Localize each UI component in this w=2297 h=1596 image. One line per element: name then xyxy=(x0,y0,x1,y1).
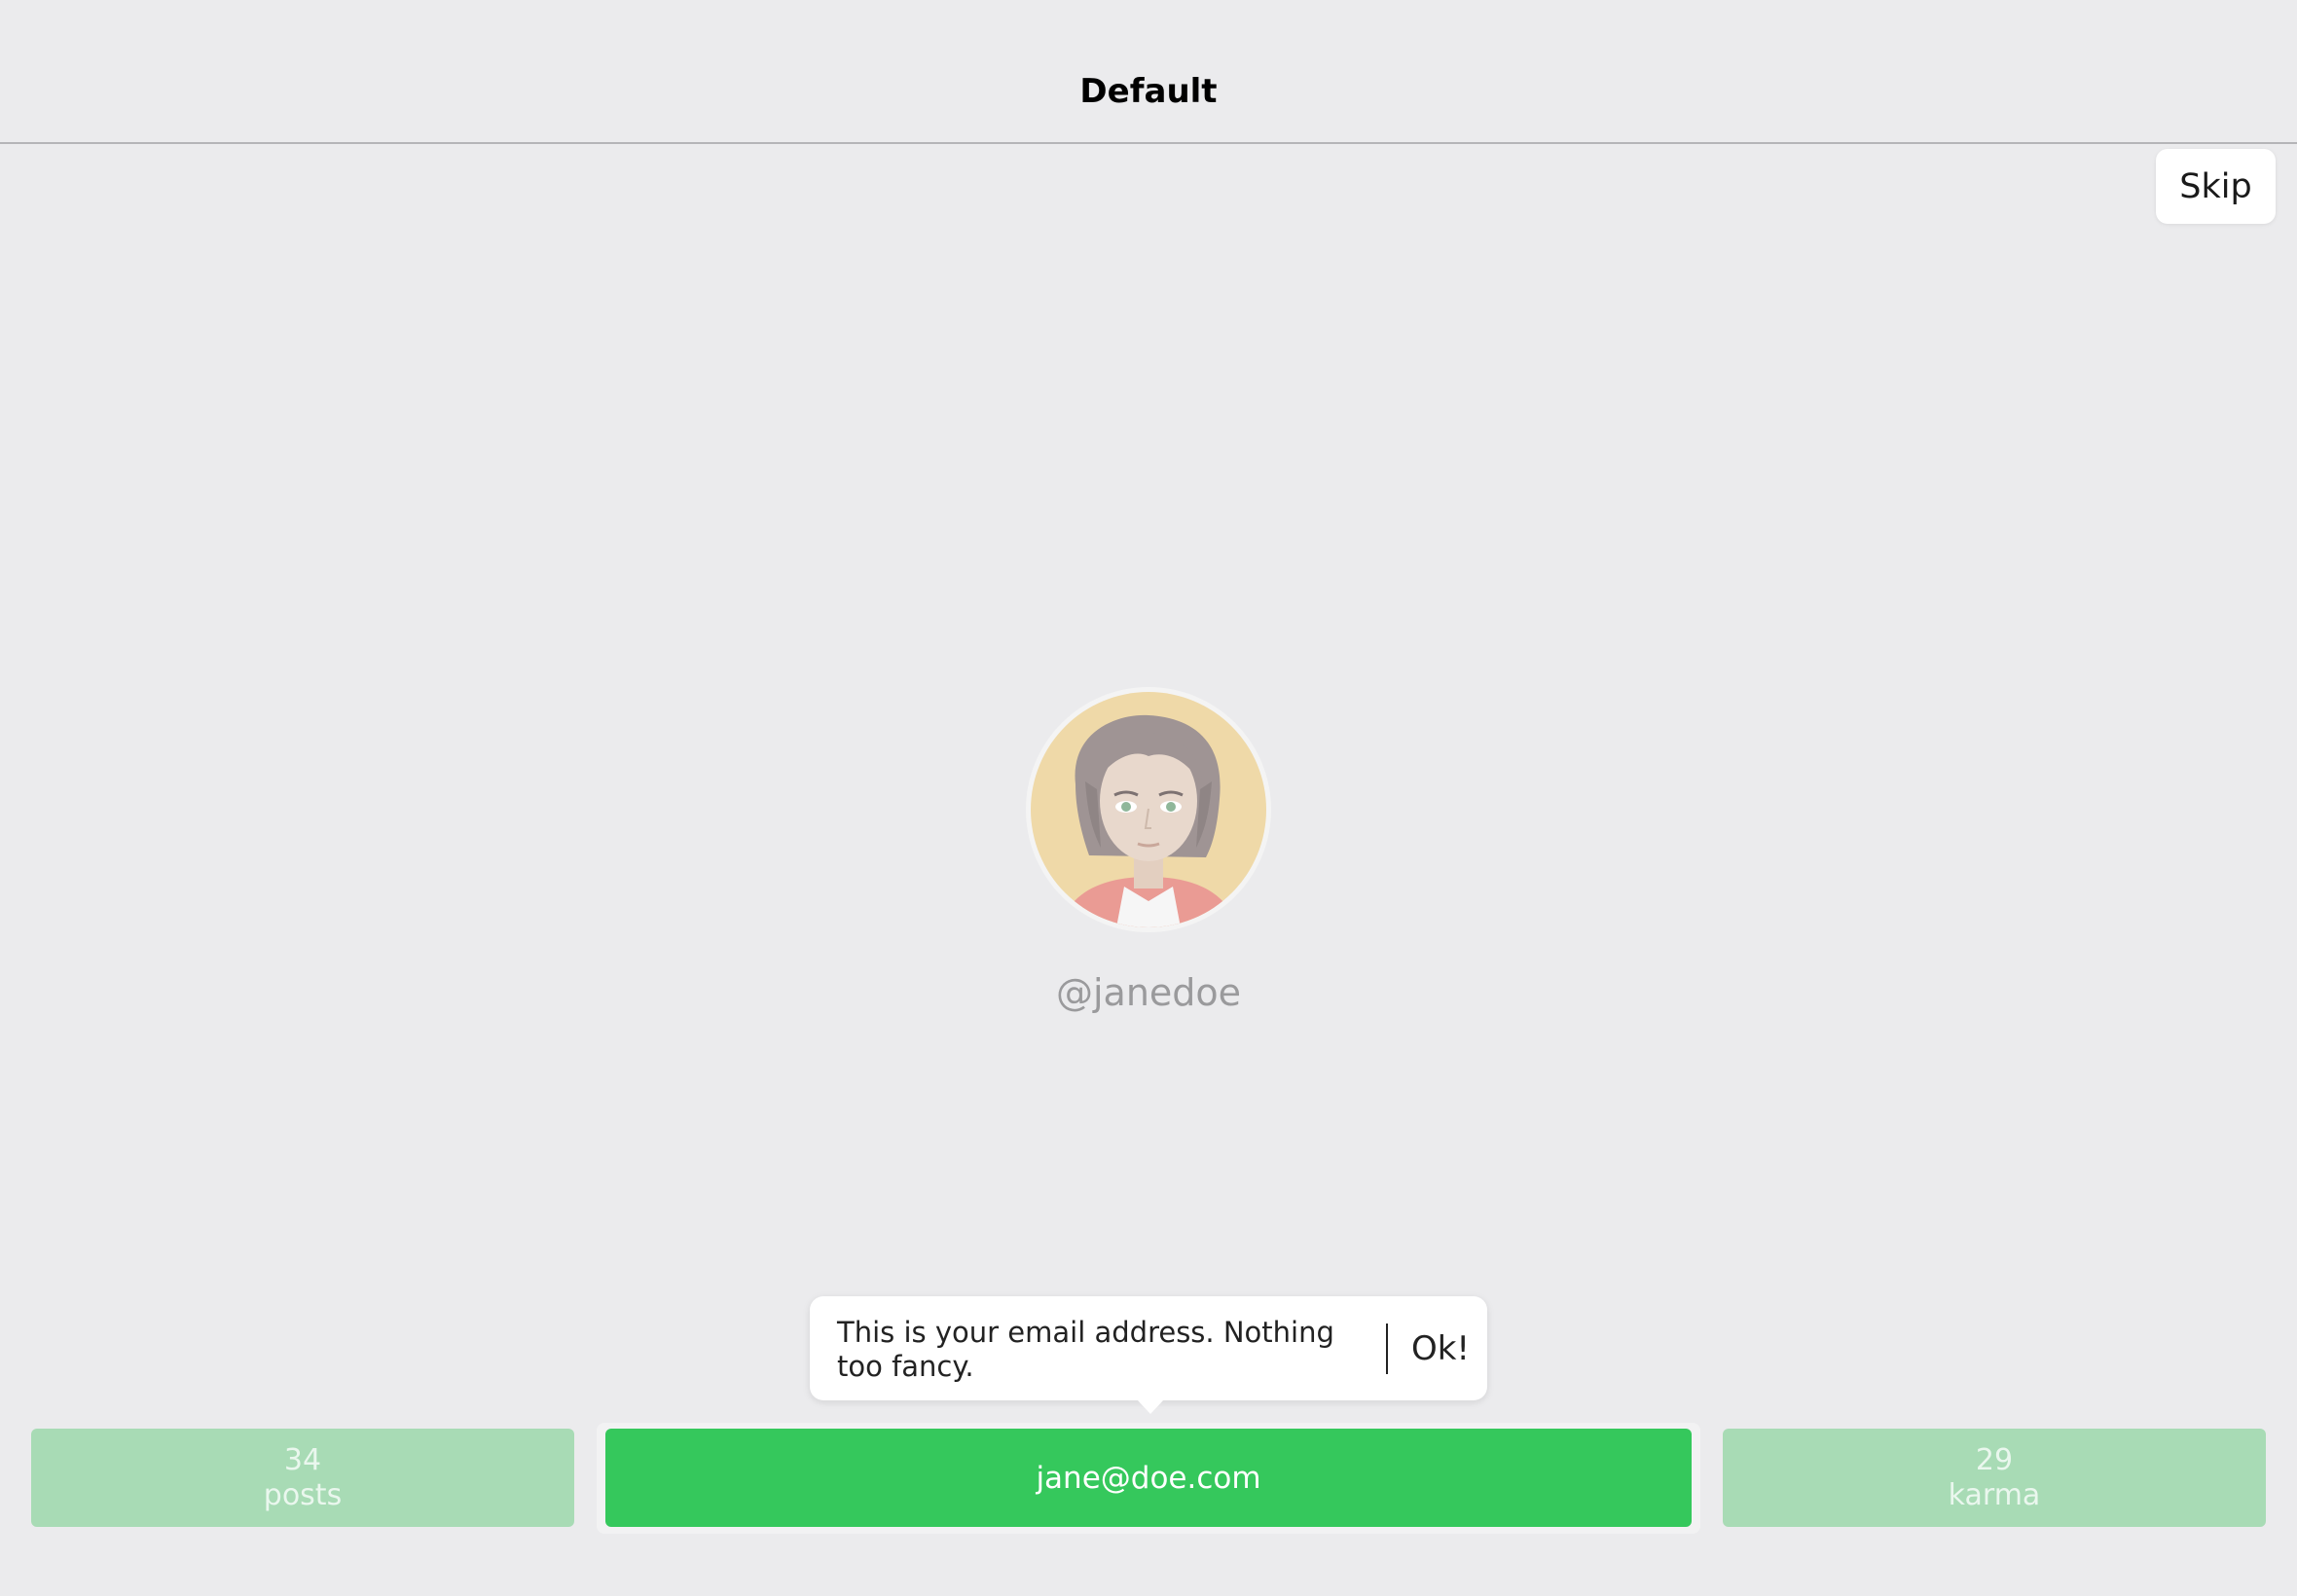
posts-count: 34 xyxy=(283,1442,322,1477)
avatar-illustration xyxy=(1031,692,1266,927)
tooltip-arrow xyxy=(1137,1399,1164,1414)
skip-button[interactable]: Skip xyxy=(2156,149,2276,224)
tooltip-divider xyxy=(1386,1324,1388,1374)
navigation-bar: Default xyxy=(0,0,2297,144)
tooltip-ok-button[interactable]: Ok! xyxy=(1394,1296,1487,1400)
karma-label: karma xyxy=(1948,1477,2041,1512)
onboarding-tooltip: This is your email address. Nothing too … xyxy=(810,1296,1487,1400)
username-label: @janedoe xyxy=(1055,971,1242,1014)
karma-stat-button[interactable]: 29 karma xyxy=(1723,1429,2266,1527)
karma-count: 29 xyxy=(1975,1442,2014,1477)
page-title: Default xyxy=(1079,72,1218,111)
avatar xyxy=(1026,687,1271,932)
posts-stat-button[interactable]: 34 posts xyxy=(31,1429,574,1527)
posts-label: posts xyxy=(263,1477,343,1512)
email-button[interactable]: jane@doe.com xyxy=(605,1429,1692,1527)
tooltip-text: This is your email address. Nothing too … xyxy=(837,1316,1334,1383)
